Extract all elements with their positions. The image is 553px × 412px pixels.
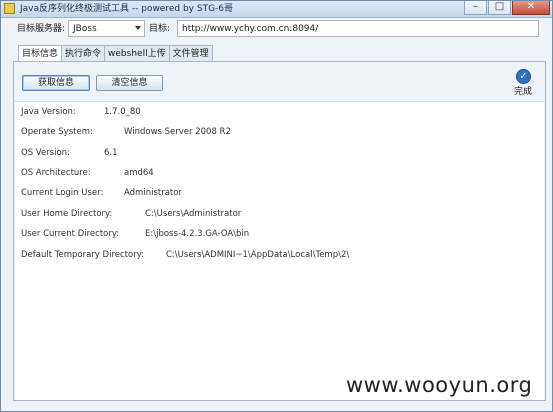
info-key: OS Architecture: xyxy=(21,168,91,178)
tab-target-info[interactable]: 目标信息 xyxy=(18,45,63,62)
info-value: C:\Users\Administrator xyxy=(145,209,242,219)
check-circle-icon: ✓ xyxy=(516,69,531,84)
info-value: C:\Users\ADMINI~1\AppData\Local\Temp\2\ xyxy=(166,250,350,260)
tab-bar: 目标信息 执行命令 webshell上传 文件管理 xyxy=(18,45,213,62)
info-key: OS Version: xyxy=(21,148,70,158)
target-label: 目标: xyxy=(149,24,171,34)
info-row: OS Version: 6.1 xyxy=(15,146,544,160)
info-key: Current Login User: xyxy=(21,188,104,198)
fetch-info-button[interactable]: 获取信息 xyxy=(22,75,90,91)
info-key: User Home Directory: xyxy=(21,209,113,219)
chevron-down-icon xyxy=(135,26,141,30)
info-value: amd64 xyxy=(124,168,154,178)
info-value: 1.7.0_80 xyxy=(104,107,141,117)
status-label: 完成 xyxy=(514,87,533,97)
window-title: Java反序列化终极测试工具 -- powered by STG-6哥 xyxy=(20,4,234,14)
info-row: Default Temporary Directory: C:\Users\AD… xyxy=(15,248,544,262)
server-label: 目标服务器: xyxy=(17,24,66,34)
info-value: 6.1 xyxy=(104,148,118,158)
info-value: E:\jboss-4.2.3.GA-OA\bin xyxy=(145,229,250,239)
minimize-button[interactable]: – xyxy=(464,1,487,15)
title-bar[interactable]: Java反序列化终极测试工具 -- powered by STG-6哥 – □ … xyxy=(1,1,552,18)
app-icon xyxy=(4,3,15,14)
info-key: User Current Directory: xyxy=(21,229,120,239)
info-row: Current Login User: Administrator xyxy=(15,186,544,200)
info-value: Windows Server 2008 R2 xyxy=(124,127,231,137)
info-key: Operate System: xyxy=(21,127,93,137)
info-row: Operate System: Windows Server 2008 R2 xyxy=(15,125,544,139)
watermark: www.wooyun.org xyxy=(346,373,533,397)
window-controls: – □ ✕ xyxy=(464,1,550,15)
server-select-value: JBoss xyxy=(73,24,97,34)
maximize-button[interactable]: □ xyxy=(488,1,511,15)
info-key: Java Version: xyxy=(21,107,76,117)
clear-info-button[interactable]: 清空信息 xyxy=(96,75,163,91)
info-value: Administrator xyxy=(124,188,182,198)
tab-webshell-upload[interactable]: webshell上传 xyxy=(104,45,170,61)
target-url-input[interactable] xyxy=(177,20,539,37)
info-row: User Current Directory: E:\jboss-4.2.3.G… xyxy=(15,227,544,241)
info-row: User Home Directory: C:\Users\Administra… xyxy=(15,207,544,221)
tab-execute-command[interactable]: 执行命令 xyxy=(61,45,106,61)
info-row: Java Version: 1.7.0_80 xyxy=(15,105,544,119)
close-button[interactable]: ✕ xyxy=(512,1,550,15)
server-select[interactable]: JBoss xyxy=(68,20,145,37)
info-row: OS Architecture: amd64 xyxy=(15,166,544,180)
info-key: Default Temporary Directory: xyxy=(21,250,144,260)
info-output-area[interactable]: Java Version: 1.7.0_80 Operate System: W… xyxy=(15,101,544,400)
tab-file-manager[interactable]: 文件管理 xyxy=(168,45,213,61)
app-window: Java反序列化终极测试工具 -- powered by STG-6哥 – □ … xyxy=(0,0,553,412)
